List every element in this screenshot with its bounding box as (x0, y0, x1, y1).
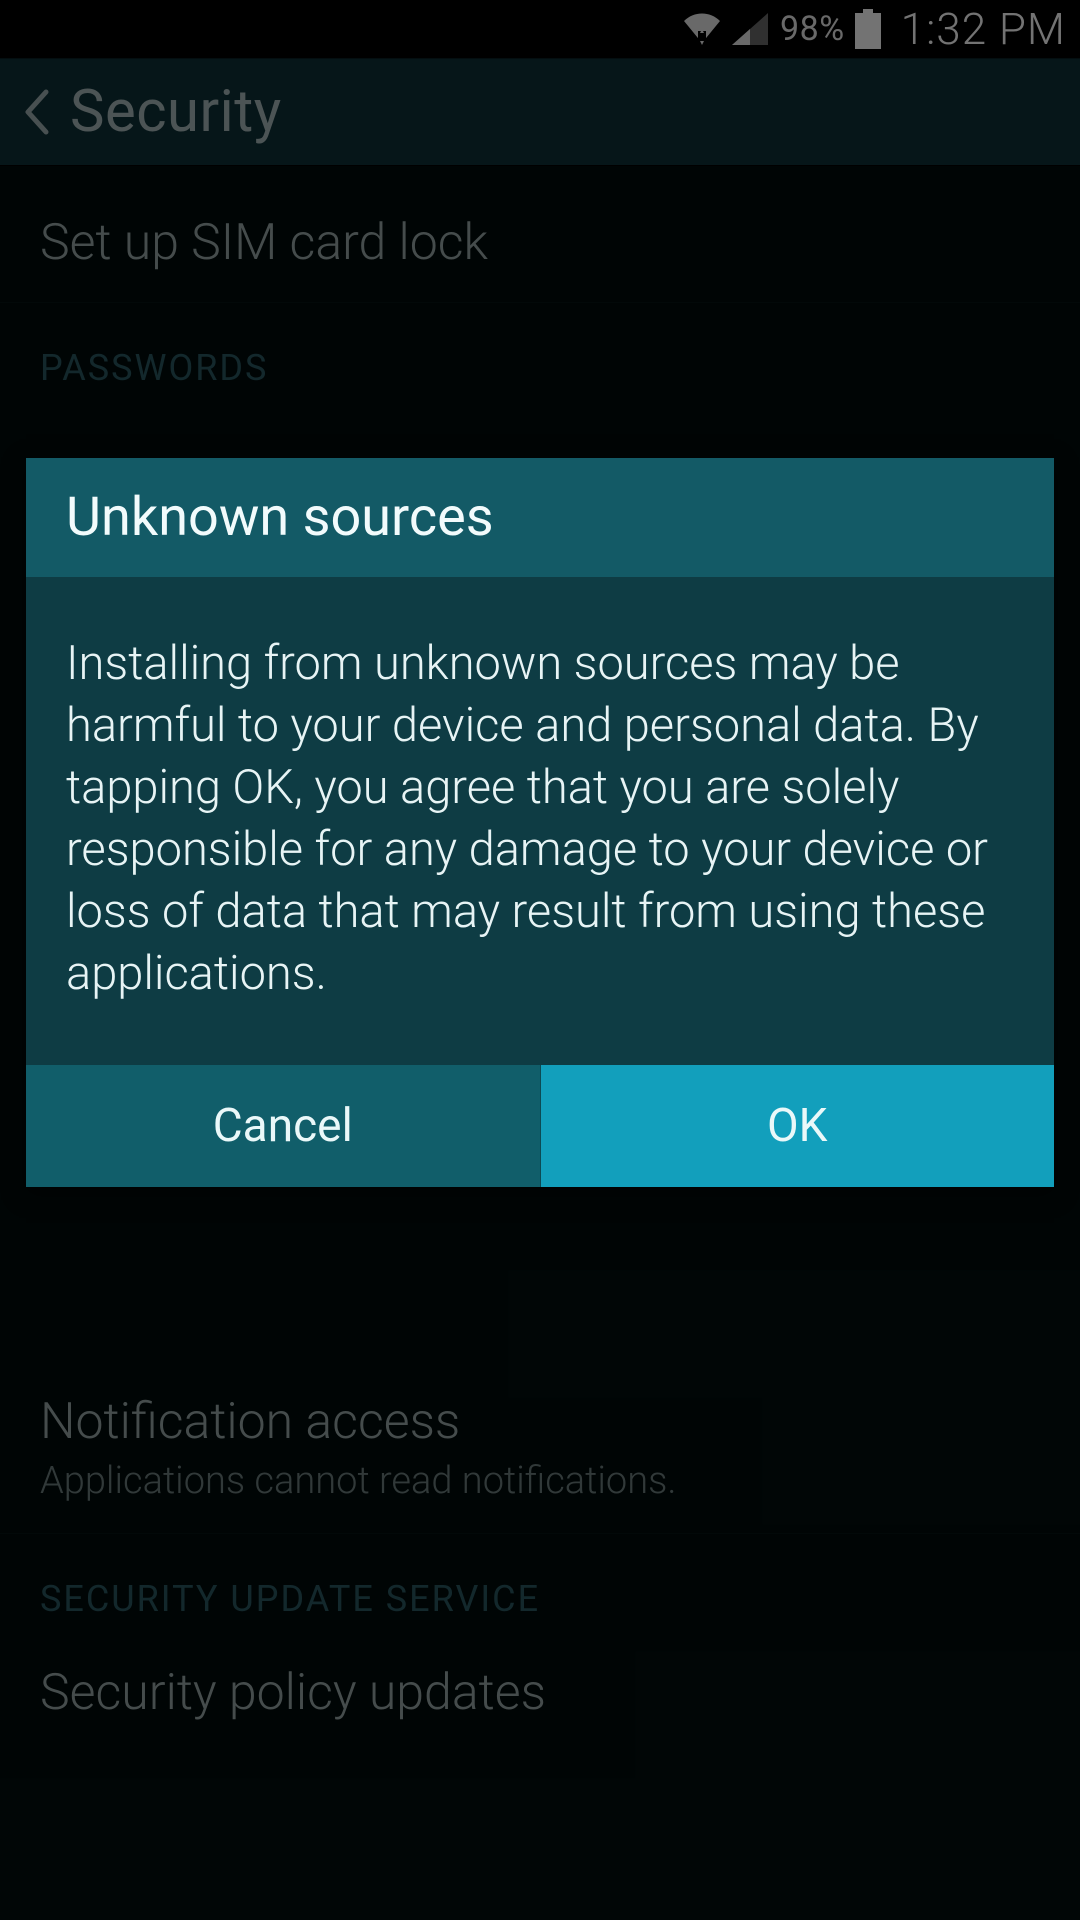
ok-button[interactable]: OK (541, 1065, 1055, 1187)
screen-root: 98% 1:32 PM Security Set up SIM card loc… (0, 0, 1080, 1920)
dialog-button-bar: Cancel OK (26, 1065, 1054, 1187)
dialog-unknown-sources: Unknown sources Installing from unknown … (26, 458, 1054, 1187)
dialog-body: Installing from unknown sources may be h… (26, 577, 1054, 1065)
dialog-header: Unknown sources (26, 458, 1054, 577)
dialog-message: Installing from unknown sources may be h… (66, 633, 1014, 1005)
dialog-title: Unknown sources (66, 486, 1014, 549)
cancel-button[interactable]: Cancel (26, 1065, 541, 1187)
